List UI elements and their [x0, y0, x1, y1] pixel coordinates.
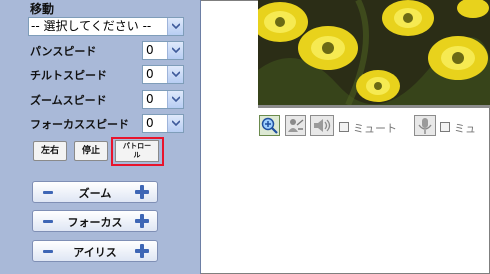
focus-plus-icon[interactable] — [135, 214, 149, 228]
focus-speed-value: 0 — [146, 116, 154, 130]
left-right-button[interactable]: 左右 — [33, 141, 67, 161]
chevron-down-icon[interactable] — [167, 66, 183, 83]
mute-checkbox-1[interactable] — [339, 122, 349, 132]
chevron-down-icon[interactable] — [167, 42, 183, 59]
chevron-down-icon[interactable] — [167, 18, 183, 35]
preset-select-value: -- 選択してください -- — [31, 19, 152, 33]
pan-speed-value: 0 — [146, 43, 154, 57]
camera-control-panel: 移動 -- 選択してください -- パンスピード 0 チルトスピード 0 ズーム… — [0, 0, 201, 274]
focus-speed-select[interactable]: 0 — [142, 114, 184, 133]
zoom-speed-label: ズームスピード — [30, 94, 107, 107]
chevron-down-icon[interactable] — [167, 115, 183, 132]
mute-checkbox-2[interactable] — [440, 122, 450, 132]
zoom-in-icon[interactable] — [135, 185, 149, 199]
focus-control: フォーカス — [32, 210, 158, 232]
pan-speed-row: パンスピード 0 — [30, 41, 185, 61]
zoom-speed-row: ズームスピード 0 — [30, 90, 185, 110]
tilt-speed-select[interactable]: 0 — [142, 65, 184, 84]
move-label: 移動 — [30, 2, 55, 16]
mute-label-2: ミュ — [454, 122, 476, 135]
chevron-down-icon[interactable] — [167, 91, 183, 108]
snapshot-icon[interactable] — [285, 115, 306, 136]
zoom-control: ズーム — [32, 181, 158, 203]
patrol-button-label-1: パトロー — [122, 142, 152, 150]
patrol-button-label-2: ル — [133, 151, 141, 159]
tilt-speed-value: 0 — [146, 67, 154, 81]
zoom-view-icon[interactable] — [259, 115, 280, 136]
tilt-speed-label: チルトスピード — [30, 69, 107, 82]
zoom-speed-value: 0 — [146, 92, 154, 106]
iris-control: アイリス — [32, 240, 158, 262]
stop-button[interactable]: 停止 — [74, 141, 108, 161]
mute-label-1: ミュート — [353, 122, 397, 135]
flower-image — [258, 0, 490, 105]
pan-speed-label: パンスピード — [30, 45, 97, 58]
zoom-speed-select[interactable]: 0 — [142, 90, 184, 109]
focus-speed-row: フォーカススピード 0 — [30, 114, 185, 134]
camera-live-view — [258, 0, 490, 108]
preset-select[interactable]: -- 選択してください -- — [28, 17, 184, 36]
focus-speed-label: フォーカススピード — [30, 118, 129, 131]
iris-plus-icon[interactable] — [135, 244, 149, 258]
pan-speed-select[interactable]: 0 — [142, 41, 184, 60]
patrol-button[interactable]: パトロー ル — [115, 140, 159, 162]
speaker-icon[interactable] — [310, 115, 334, 136]
tilt-speed-row: チルトスピード 0 — [30, 65, 185, 85]
microphone-icon[interactable] — [414, 115, 436, 136]
